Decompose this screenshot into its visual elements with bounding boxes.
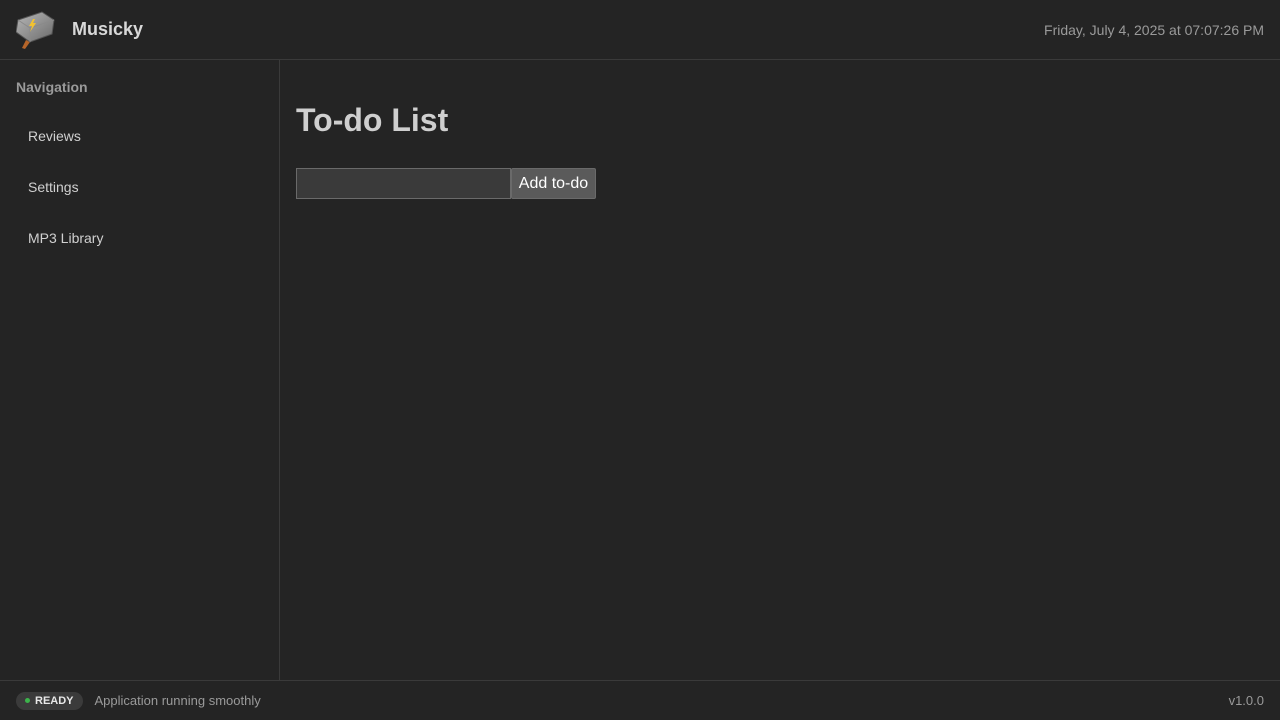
todo-input[interactable] [296, 168, 511, 199]
sidebar-item-label: Reviews [28, 128, 81, 144]
page-title: To-do List [296, 102, 449, 138]
app-title: Musicky [72, 19, 144, 39]
add-todo-button[interactable]: Add to-do [511, 168, 596, 199]
status-label: READY [35, 694, 74, 707]
sidebar-item-label: Settings [28, 179, 79, 195]
status-message: Application running smoothly [94, 693, 261, 708]
main-content: To-do List Add to-do [280, 60, 1280, 680]
status-bar: READY Application running smoothly v1.0.… [0, 680, 1280, 720]
sidebar-item-settings[interactable]: Settings [12, 169, 268, 205]
hammer-logo-icon [15, 10, 56, 50]
current-datetime: Friday, July 4, 2025 at 07:07:26 PM [1044, 21, 1264, 38]
app-header: Musicky Friday, July 4, 2025 at 07:07:26… [0, 0, 1280, 60]
status-badge: READY [16, 691, 83, 710]
status-dot-icon [25, 698, 30, 703]
sidebar-item-reviews[interactable]: Reviews [12, 118, 268, 154]
version-label: v1.0.0 [1228, 693, 1264, 708]
sidebar-item-label: MP3 Library [28, 230, 104, 246]
sidebar: Navigation Reviews Settings MP3 Library [0, 60, 280, 680]
nav-heading: Navigation [16, 79, 88, 95]
sidebar-item-mp3-library[interactable]: MP3 Library [12, 220, 268, 256]
